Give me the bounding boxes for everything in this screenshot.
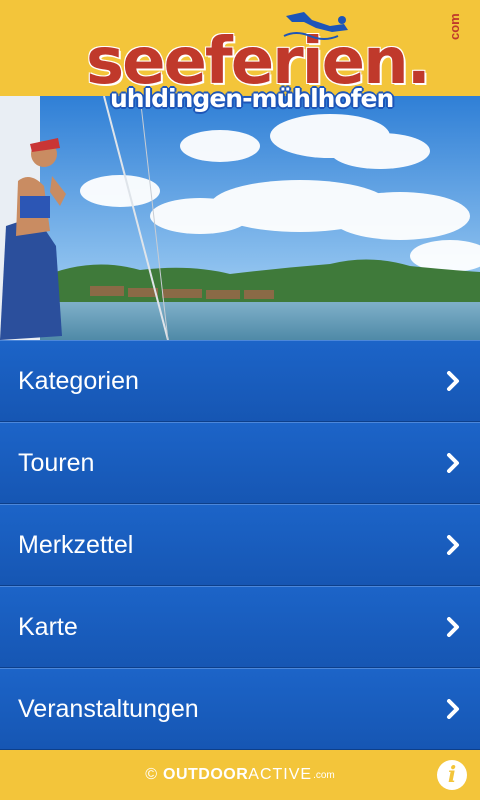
info-icon: i [447, 762, 457, 788]
menu-item-merkzettel[interactable]: Merkzettel [0, 504, 480, 586]
menu-item-veranstaltungen[interactable]: Veranstaltungen [0, 668, 480, 750]
hero-photo [0, 96, 480, 340]
menu-item-label: Touren [18, 448, 95, 477]
menu-item-label: Kategorien [18, 366, 139, 395]
lake-photo [0, 96, 480, 340]
info-button[interactable]: i [437, 760, 467, 790]
chevron-right-icon [447, 535, 459, 555]
footer-brand-suffix: .com [313, 769, 335, 781]
menu-item-label: Karte [18, 612, 78, 641]
menu-item-label: Veranstaltungen [18, 694, 199, 723]
chevron-right-icon [447, 371, 459, 391]
chevron-right-icon [447, 453, 459, 473]
menu-item-touren[interactable]: Touren [0, 422, 480, 504]
footer-brand-light: ACTIVE [248, 766, 313, 783]
chevron-right-icon [447, 699, 459, 719]
menu-item-karte[interactable]: Karte [0, 586, 480, 668]
logo-subtitle: uhldingen-mühlhofen [110, 84, 394, 113]
swimmer-icon [283, 12, 348, 40]
copyright-symbol: © [145, 766, 158, 783]
footer-brand-bold: OUTDOOR [163, 766, 249, 783]
logo-com: com [447, 13, 462, 40]
app-footer: © OUTDOOR ACTIVE .com i [0, 750, 480, 800]
menu-item-label: Merkzettel [18, 530, 134, 559]
chevron-right-icon [447, 617, 459, 637]
logo-dot: . [406, 25, 431, 99]
app-header: seeferien. com [0, 0, 480, 96]
menu-item-kategorien[interactable]: Kategorien [0, 340, 480, 422]
main-menu: Kategorien Touren Merkzettel Karte Veran… [0, 340, 480, 750]
